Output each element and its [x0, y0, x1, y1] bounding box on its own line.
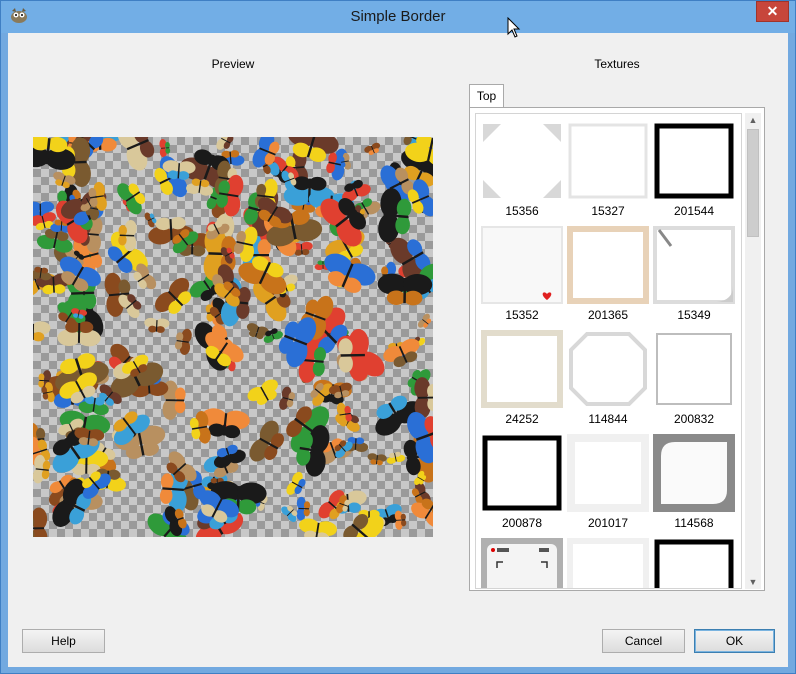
texture-label: 24252	[505, 412, 539, 426]
texture-thumb-201365[interactable]	[567, 226, 649, 304]
texture-thumb-15356[interactable]	[481, 122, 563, 200]
help-button[interactable]: Help	[22, 629, 105, 653]
texture-thumb-201544[interactable]	[653, 122, 735, 200]
butterfly-shape	[117, 137, 155, 171]
butterfly-shape	[367, 453, 387, 466]
butterfly-shape	[286, 471, 306, 495]
texture-preview-24252	[481, 330, 563, 408]
texture-thumb-15352[interactable]	[481, 226, 563, 304]
butterfly-shape	[33, 321, 51, 342]
texture-label: 15327	[591, 204, 625, 218]
texture-grid: 15356 15327 201544 15352 201365 15349 24…	[475, 113, 742, 589]
butterfly-shape	[377, 273, 433, 306]
butterfly-shape	[33, 266, 52, 281]
scroll-down-icon[interactable]: ▼	[745, 575, 761, 589]
butterfly-shape	[417, 313, 432, 328]
title-bar[interactable]: Simple Border ✕	[1, 1, 795, 33]
ok-button[interactable]: OK	[694, 629, 775, 653]
texture-label: 200832	[673, 412, 715, 426]
texture-label: 200878	[501, 516, 543, 530]
butterfly-shape	[144, 317, 170, 333]
texture-thumb-camera[interactable]	[481, 538, 563, 588]
texture-preview-15352	[481, 226, 563, 304]
texture-label: 114844	[588, 412, 628, 426]
texture-preview-200832	[656, 333, 732, 405]
butterfly-shape	[247, 379, 278, 405]
texture-preview-201017	[567, 434, 649, 512]
close-button[interactable]: ✕	[756, 1, 789, 22]
texture-preview-114844	[569, 332, 647, 406]
preview-label: Preview	[211, 57, 255, 71]
texture-label: 201017	[587, 516, 629, 530]
butterfly-shape	[117, 183, 146, 215]
texture-thumb-114844[interactable]	[567, 330, 649, 408]
texture-thumb-201017[interactable]	[567, 434, 649, 512]
texture-thumb-plain[interactable]	[567, 538, 649, 588]
texture-preview-15327	[568, 123, 648, 199]
texture-thumb-15349[interactable]	[653, 226, 735, 304]
texture-scrollbar[interactable]: ▲ ▼	[745, 113, 761, 589]
dialog-client-area: Preview Textures Top 15356 15327 201544	[8, 33, 788, 667]
texture-thumb-200832[interactable]	[653, 330, 735, 408]
butterfly-collage-image	[33, 137, 433, 537]
texture-thumb-200878[interactable]	[481, 434, 563, 512]
dialog-window: Simple Border ✕ Preview Textures Top 153…	[0, 0, 796, 674]
mouse-cursor-icon	[507, 17, 521, 38]
butterfly-shape	[159, 139, 171, 158]
texture-preview-114568	[653, 434, 735, 512]
cancel-button[interactable]: Cancel	[602, 629, 685, 653]
tab-top[interactable]: Top	[469, 84, 504, 108]
preview-image	[33, 137, 433, 537]
texture-thumb-black-frame[interactable]	[653, 538, 735, 588]
textures-panel: 15356 15327 201544 15352 201365 15349 24…	[469, 107, 765, 591]
texture-preview-201544	[654, 123, 734, 199]
texture-preview-15349	[653, 226, 735, 304]
texture-preview-camera	[481, 538, 563, 588]
textures-label: Textures	[594, 57, 640, 71]
texture-label: 15349	[677, 308, 711, 322]
texture-label: 114568	[674, 516, 714, 530]
texture-preview-201365	[567, 226, 649, 304]
texture-label: 15352	[505, 308, 539, 322]
butterfly-shape	[296, 496, 311, 521]
butterfly-shape	[364, 142, 381, 156]
texture-label: 201544	[673, 204, 715, 218]
texture-preview-black-frame	[654, 539, 734, 588]
texture-preview-200878	[482, 435, 562, 511]
texture-preview-15356	[481, 122, 563, 200]
texture-thumb-114568[interactable]	[653, 434, 735, 512]
butterfly-shape	[33, 507, 48, 537]
texture-label: 15356	[505, 204, 539, 218]
texture-thumb-15327[interactable]	[567, 122, 649, 200]
scrollbar-thumb[interactable]	[747, 129, 759, 237]
butterfly-shape	[279, 386, 296, 410]
texture-thumb-24252[interactable]	[481, 330, 563, 408]
window-title: Simple Border	[350, 8, 446, 25]
scroll-up-icon[interactable]: ▲	[745, 113, 761, 127]
butterfly-shape	[249, 420, 285, 462]
butterfly-shape	[386, 451, 406, 464]
butterfly-shape	[174, 328, 192, 355]
butterfly-shape	[299, 518, 337, 537]
texture-label: 201365	[587, 308, 629, 322]
butterfly-shape	[154, 277, 192, 314]
texture-preview-plain	[567, 538, 649, 588]
